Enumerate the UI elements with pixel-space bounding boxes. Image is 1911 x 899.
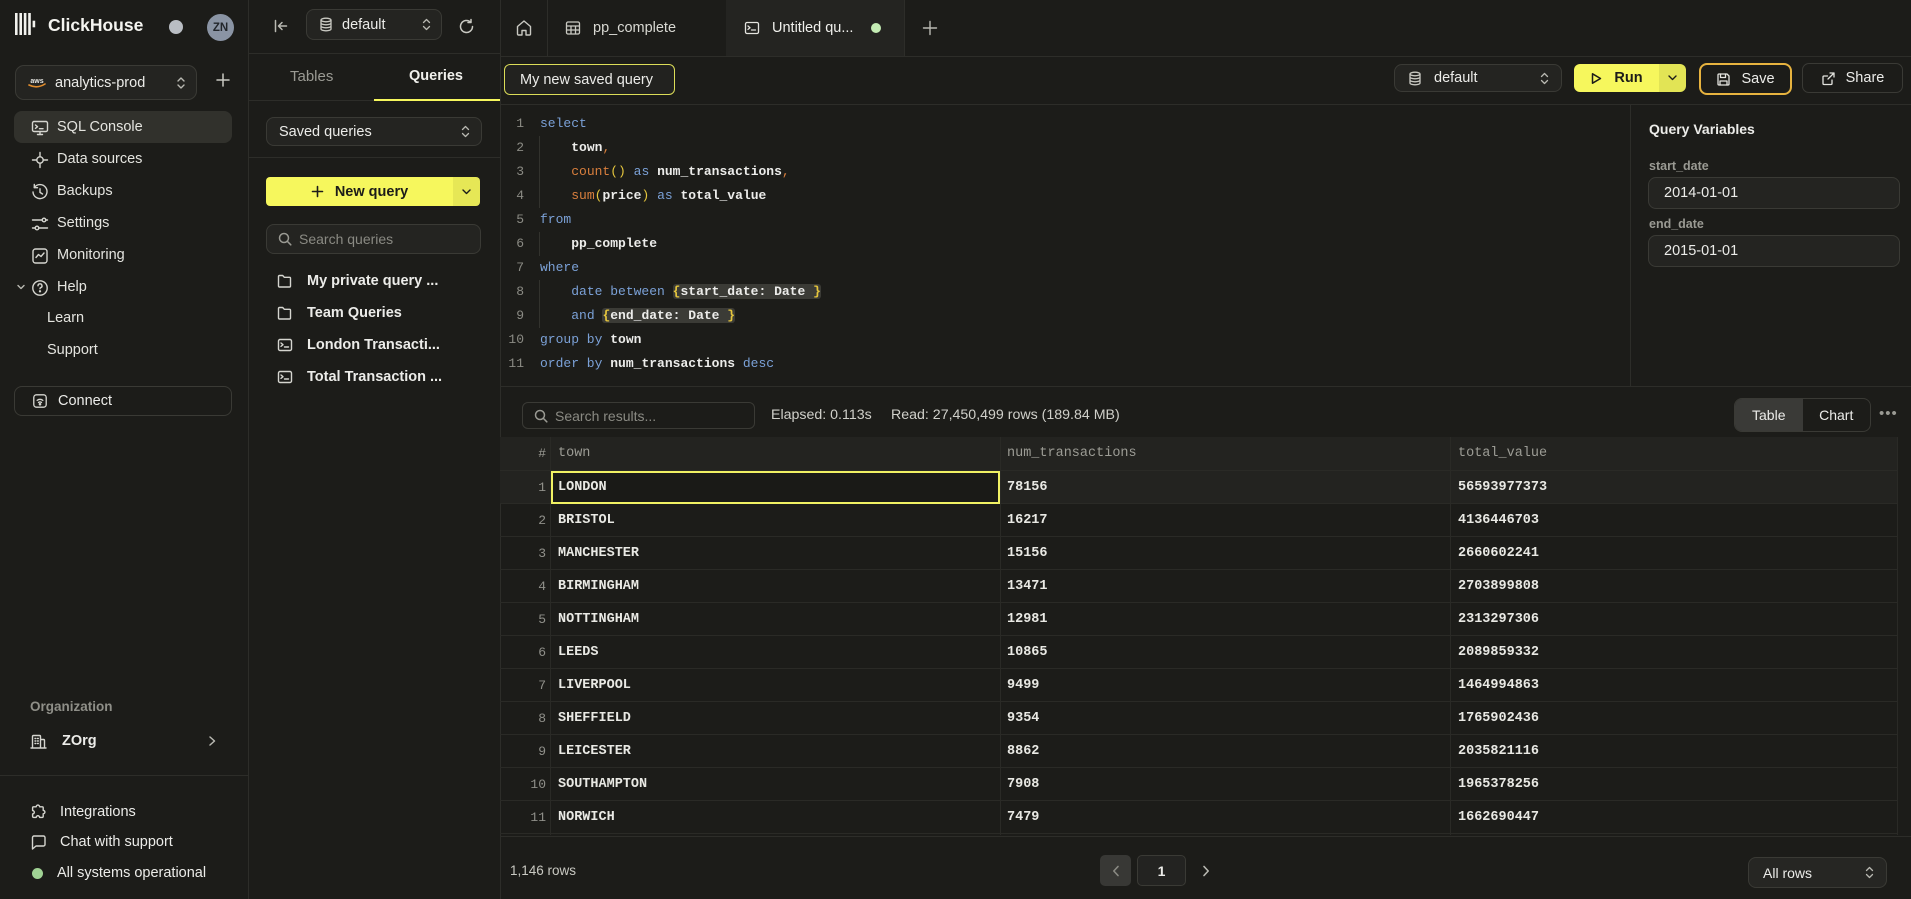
svg-text:aws: aws [30,78,43,85]
